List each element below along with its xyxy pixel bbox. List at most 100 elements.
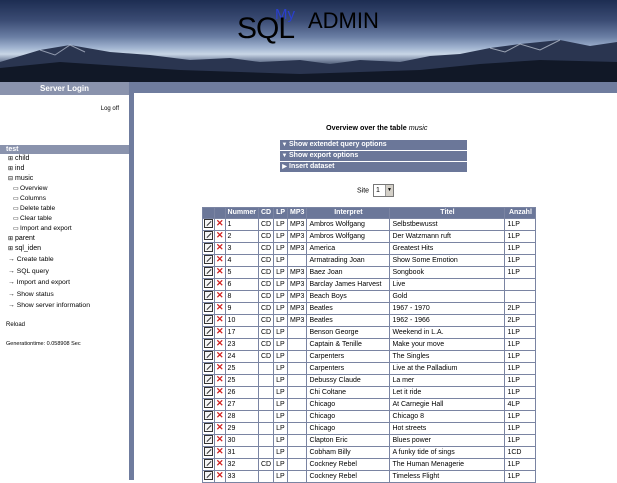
delete-icon[interactable]: ✕ [216,436,224,445]
edit-icon[interactable] [204,447,213,457]
cell-lp: LP [273,290,289,303]
cell-interpret: Clapton Eric [306,434,391,447]
sidebar-db-test[interactable]: test [0,145,129,154]
header-cd[interactable]: CD [257,207,275,219]
delete-icon[interactable]: ✕ [216,472,224,481]
edit-icon[interactable] [204,291,213,301]
delete-cell: ✕ [214,338,226,351]
header-banner: My SQL ADMIN [0,0,617,82]
delete-icon[interactable]: ✕ [216,316,224,325]
edit-icon[interactable] [204,327,213,337]
edit-icon[interactable] [204,387,213,397]
sidebar-db-parent[interactable]: ⊞ parent [0,234,129,244]
cell-lp: LP [273,242,289,255]
cell-mp3: MP3 [287,314,308,327]
cell-lp: LP [273,254,289,267]
expand-icon[interactable]: ⊞ [8,235,15,244]
sidebar-table-item[interactable]: ▭Clear table [0,214,129,224]
sidebar-db-child[interactable]: ⊞ child [0,154,129,164]
sidebar-table-item[interactable]: ▭Import and export [0,224,129,234]
sidebar-action[interactable]: → SQL query [0,266,129,278]
insert-dataset-toggle[interactable]: ▶ Insert dataset [280,162,467,173]
site-select[interactable]: 1 ▼ [373,184,395,197]
edit-icon[interactable] [204,267,213,277]
sub-item-label: Import and export [20,225,72,232]
edit-cell [202,434,215,447]
cell-lp: LP [273,230,289,243]
sidebar-db-sql-iden[interactable]: ⊞ sql_iden [0,244,129,254]
edit-icon[interactable] [204,231,213,241]
reload-link[interactable]: Reload [0,322,129,328]
delete-icon[interactable]: ✕ [216,232,224,241]
edit-icon[interactable] [204,243,213,253]
expand-icon[interactable]: ⊞ [8,165,15,174]
export-options-toggle[interactable]: ▼ Show export options [280,151,467,162]
edit-icon[interactable] [204,375,213,385]
delete-icon[interactable]: ✕ [216,424,224,433]
delete-icon[interactable]: ✕ [216,268,224,277]
expand-icon[interactable]: ⊞ [8,155,15,164]
delete-icon[interactable]: ✕ [216,376,224,385]
header-lp[interactable]: LP [273,207,289,219]
edit-icon[interactable] [204,339,213,349]
edit-icon[interactable] [204,219,213,229]
edit-icon[interactable] [204,363,213,373]
delete-icon[interactable]: ✕ [216,352,224,361]
delete-icon[interactable]: ✕ [216,220,224,229]
edit-icon[interactable] [204,315,213,325]
sidebar-action[interactable]: → Show server information [0,300,129,312]
table-row: ✕ 30 LP Clapton Eric Blues power 1LP [202,434,537,447]
delete-icon[interactable]: ✕ [216,448,224,457]
delete-icon[interactable]: ✕ [216,256,224,265]
delete-icon[interactable]: ✕ [216,244,224,253]
delete-icon[interactable]: ✕ [216,304,224,313]
delete-icon[interactable]: ✕ [216,388,224,397]
delete-icon[interactable]: ✕ [216,364,224,373]
delete-icon[interactable]: ✕ [216,280,224,289]
cell-titel: Show Some Emotion [389,254,506,267]
cell-titel: Let it ride [389,386,506,399]
table-icon: ▭ [13,206,19,212]
delete-icon[interactable]: ✕ [216,460,224,469]
edit-icon[interactable] [204,255,213,265]
sidebar-action[interactable]: → Show status [0,289,129,301]
delete-cell: ✕ [214,266,226,279]
bar-label: Insert dataset [289,163,335,170]
delete-icon[interactable]: ✕ [216,400,224,409]
header-nummer[interactable]: Nummer [224,207,259,219]
sidebar-table-item[interactable]: ▭Columns [0,194,129,204]
table-row: ✕ 27 LP Chicago At Carnegie Hall 4LP [202,398,537,411]
edit-icon[interactable] [204,351,213,361]
delete-cell: ✕ [214,398,226,411]
expand-icon[interactable]: ⊟ [8,175,15,184]
cell-mp3: MP3 [287,230,308,243]
sidebar-table-item[interactable]: ▭Delete table [0,204,129,214]
edit-icon[interactable] [204,471,213,481]
sidebar-table-item[interactable]: ▭Overview [0,184,129,194]
edit-icon[interactable] [204,279,213,289]
edit-icon[interactable] [204,435,213,445]
header-anzahl[interactable]: Anzahl [504,207,537,219]
expand-icon[interactable]: ⊞ [8,245,15,254]
cell-titel: Live [389,278,506,291]
extended-query-options-toggle[interactable]: ▼ Show extendet query options [280,140,467,151]
delete-icon[interactable]: ✕ [216,328,224,337]
sidebar-db-music[interactable]: ⊟ music [0,174,129,184]
header-interpret[interactable]: Interpret [306,207,391,219]
cell-mp3 [287,350,308,363]
delete-icon[interactable]: ✕ [216,412,224,421]
edit-icon[interactable] [204,399,213,409]
edit-icon[interactable] [204,303,213,313]
header-mp3[interactable]: MP3 [287,207,308,219]
header-titel[interactable]: Titel [389,207,506,219]
edit-icon[interactable] [204,423,213,433]
logoff-link[interactable]: Log off [0,95,129,126]
edit-icon[interactable] [204,459,213,469]
sidebar-db-ind[interactable]: ⊞ ind [0,164,129,174]
cell-mp3: MP3 [287,242,308,255]
sidebar-action[interactable]: → Import and export [0,277,129,289]
delete-icon[interactable]: ✕ [216,340,224,349]
delete-icon[interactable]: ✕ [216,292,224,301]
sidebar-action[interactable]: → Create table [0,254,129,266]
edit-icon[interactable] [204,411,213,421]
